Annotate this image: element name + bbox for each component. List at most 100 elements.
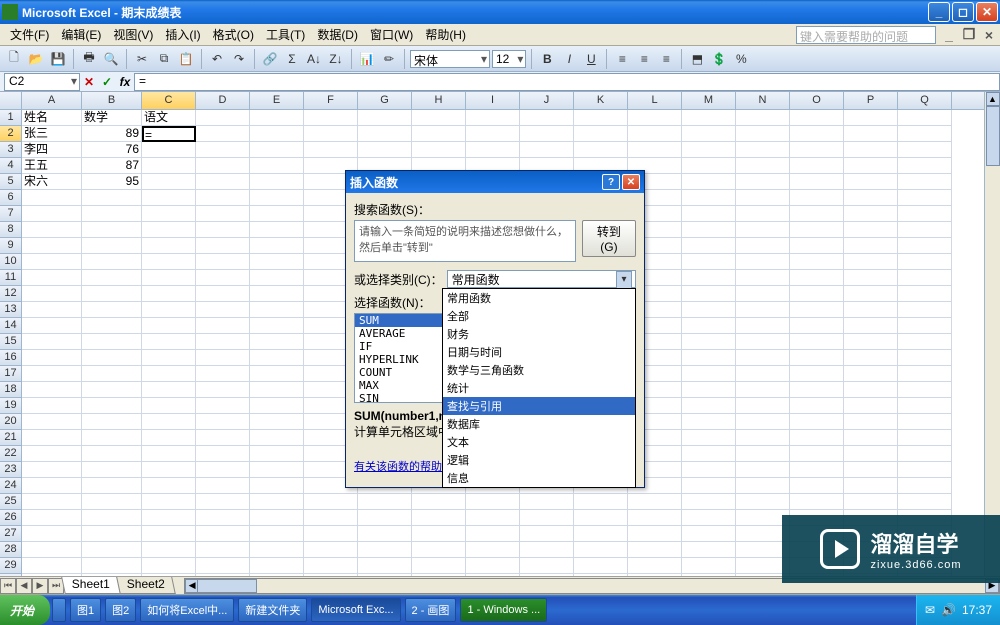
cell[interactable] xyxy=(682,238,736,254)
cell[interactable] xyxy=(82,398,142,414)
cell[interactable] xyxy=(142,446,196,462)
cell[interactable] xyxy=(682,446,736,462)
doc-close-button[interactable]: × xyxy=(982,28,996,42)
cell[interactable] xyxy=(142,318,196,334)
name-box[interactable]: C2 xyxy=(4,73,80,91)
cell[interactable] xyxy=(196,430,250,446)
cell[interactable] xyxy=(196,254,250,270)
cell[interactable] xyxy=(82,254,142,270)
cell[interactable] xyxy=(250,430,304,446)
category-option[interactable]: 信息 xyxy=(443,469,635,487)
tray-icon[interactable]: 🔊 xyxy=(941,603,956,617)
category-option[interactable]: 数据库 xyxy=(443,415,635,433)
cell[interactable] xyxy=(682,398,736,414)
cell[interactable] xyxy=(142,270,196,286)
cell[interactable] xyxy=(682,350,736,366)
cell[interactable] xyxy=(82,190,142,206)
cell[interactable] xyxy=(898,302,952,318)
cell[interactable] xyxy=(790,158,844,174)
maximize-button[interactable]: ◻ xyxy=(952,2,974,22)
menu-help[interactable]: 帮助(H) xyxy=(419,24,472,45)
cell[interactable] xyxy=(844,446,898,462)
cell[interactable] xyxy=(628,526,682,542)
menu-edit[interactable]: 编辑(E) xyxy=(55,24,107,45)
cell[interactable] xyxy=(82,494,142,510)
cell[interactable] xyxy=(898,270,952,286)
italic-button[interactable]: I xyxy=(559,49,579,69)
cell[interactable] xyxy=(844,222,898,238)
drawing-icon[interactable]: ✏ xyxy=(379,49,399,69)
cell[interactable] xyxy=(790,350,844,366)
cell[interactable] xyxy=(844,334,898,350)
cell[interactable] xyxy=(82,206,142,222)
cell[interactable] xyxy=(142,158,196,174)
cell[interactable] xyxy=(250,158,304,174)
tab-nav-next[interactable]: ▶ xyxy=(32,578,48,594)
cell[interactable] xyxy=(790,126,844,142)
cell[interactable] xyxy=(82,542,142,558)
cell[interactable]: 数学 xyxy=(82,110,142,126)
cell[interactable] xyxy=(790,254,844,270)
cell[interactable] xyxy=(844,270,898,286)
cell[interactable] xyxy=(196,238,250,254)
cell[interactable] xyxy=(22,414,82,430)
cell[interactable] xyxy=(682,222,736,238)
cell[interactable] xyxy=(142,286,196,302)
taskbar-item[interactable]: 如何将Excel中... xyxy=(140,598,234,622)
cell[interactable] xyxy=(574,526,628,542)
cell[interactable] xyxy=(358,110,412,126)
cell[interactable] xyxy=(790,222,844,238)
row-header[interactable]: 2 xyxy=(0,126,22,142)
cell[interactable] xyxy=(196,446,250,462)
align-center-icon[interactable]: ≡ xyxy=(634,49,654,69)
cell[interactable] xyxy=(736,270,790,286)
cell[interactable] xyxy=(250,126,304,142)
cell[interactable] xyxy=(142,190,196,206)
cell[interactable] xyxy=(790,398,844,414)
cell[interactable] xyxy=(520,558,574,574)
cell[interactable] xyxy=(358,558,412,574)
dialog-titlebar[interactable]: 插入函数 ? ✕ xyxy=(346,171,644,193)
cell[interactable] xyxy=(22,558,82,574)
undo-icon[interactable]: ↶ xyxy=(207,49,227,69)
cell[interactable] xyxy=(736,302,790,318)
cell[interactable] xyxy=(250,542,304,558)
row-header[interactable]: 30 xyxy=(0,574,22,576)
cell[interactable] xyxy=(736,206,790,222)
cell[interactable] xyxy=(142,302,196,318)
cell[interactable] xyxy=(196,462,250,478)
cell[interactable] xyxy=(22,510,82,526)
cell[interactable] xyxy=(628,558,682,574)
cell[interactable] xyxy=(790,302,844,318)
col-header-H[interactable]: H xyxy=(412,92,466,109)
open-icon[interactable]: 📂 xyxy=(26,49,46,69)
cell[interactable] xyxy=(196,414,250,430)
row-header[interactable]: 26 xyxy=(0,510,22,526)
cell[interactable] xyxy=(412,574,466,576)
cell[interactable] xyxy=(898,222,952,238)
category-option[interactable]: 财务 xyxy=(443,325,635,343)
cell[interactable] xyxy=(898,190,952,206)
cell[interactable]: 宋六 xyxy=(22,174,82,190)
category-option[interactable]: 逻辑 xyxy=(443,451,635,469)
row-header[interactable]: 5 xyxy=(0,174,22,190)
cell[interactable] xyxy=(82,558,142,574)
cell[interactable] xyxy=(790,494,844,510)
copy-icon[interactable]: ⧉ xyxy=(154,49,174,69)
cell[interactable] xyxy=(82,382,142,398)
cell[interactable] xyxy=(250,478,304,494)
cell[interactable] xyxy=(142,526,196,542)
col-header-C[interactable]: C xyxy=(142,92,196,109)
menu-format[interactable]: 格式(O) xyxy=(207,24,260,45)
cell[interactable] xyxy=(22,334,82,350)
taskbar-item[interactable]: 1 - Windows ... xyxy=(460,598,547,622)
cell[interactable] xyxy=(412,494,466,510)
cell[interactable] xyxy=(82,526,142,542)
cell[interactable] xyxy=(520,142,574,158)
cell[interactable] xyxy=(736,286,790,302)
cell[interactable] xyxy=(682,526,736,542)
cell[interactable] xyxy=(196,542,250,558)
cell[interactable] xyxy=(250,558,304,574)
row-header[interactable]: 21 xyxy=(0,430,22,446)
menu-insert[interactable]: 插入(I) xyxy=(159,24,206,45)
